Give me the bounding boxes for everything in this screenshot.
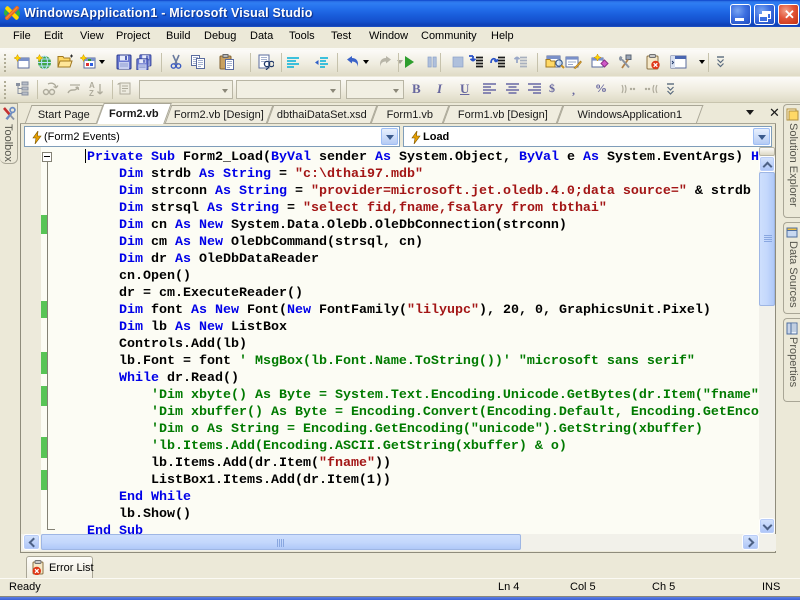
svg-text:Z: Z [89,89,94,97]
